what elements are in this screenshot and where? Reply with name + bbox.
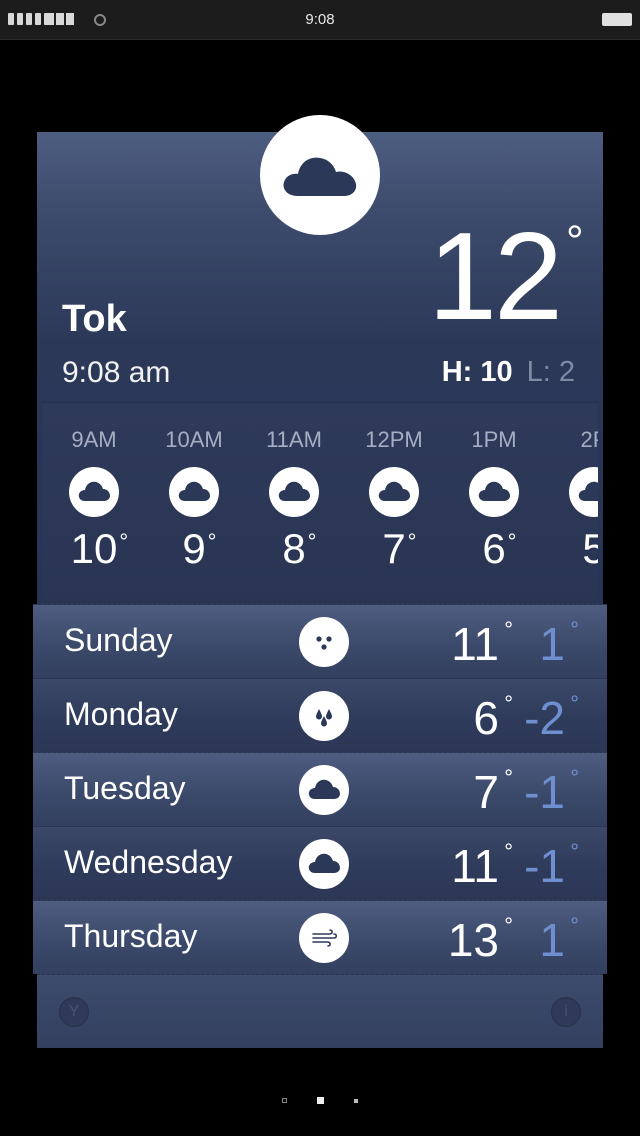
day-name: Monday <box>64 696 178 732</box>
hour-temperature: 6 ° <box>482 525 517 572</box>
degree-symbol: ° <box>504 839 513 864</box>
page-dot[interactable] <box>282 1098 287 1103</box>
cloud-icon <box>569 467 598 517</box>
hour-item: 1PM 6 ° <box>444 427 544 573</box>
card-footer: Y i <box>37 974 603 1048</box>
day-name: Wednesday <box>64 844 233 880</box>
hour-item: 2P 5 <box>544 427 598 573</box>
cloud-icon <box>469 467 519 517</box>
daily-row-sunday[interactable]: Sunday 11 ° 1 ° <box>33 604 607 678</box>
page-dot-active[interactable] <box>317 1097 324 1104</box>
daily-row-tuesday[interactable]: Tuesday 7 ° -1 ° <box>33 752 607 826</box>
hourly-forecast[interactable]: 9AM 10 ° 10AM 9 ° 11AM 8 ° 12PM 7 ° 1PM 6 ° 2… <box>42 402 598 604</box>
high-low: H: 10 L: 2 <box>442 356 575 389</box>
degree-symbol: ° <box>504 617 513 642</box>
day-low: 1 <box>539 914 565 966</box>
degree-symbol: ° <box>570 691 579 716</box>
wind-icon <box>299 913 349 963</box>
hour-temperature: 5 <box>544 525 598 573</box>
day-low: -2 <box>524 692 565 744</box>
hour-item: 11AM 8 ° <box>244 427 344 573</box>
day-low: -1 <box>524 840 565 892</box>
hour-label: 2P <box>580 427 598 452</box>
hour-item: 10AM 9 ° <box>144 427 244 573</box>
daily-row-wednesday[interactable]: Wednesday 11 ° -1 ° <box>33 826 607 900</box>
page-indicator[interactable] <box>0 1097 640 1104</box>
partly-cloudy-icon <box>269 467 319 517</box>
status-bar: 9:08 <box>0 0 640 40</box>
current-temperature: 12 <box>428 208 563 346</box>
degree-symbol: ° <box>570 765 579 790</box>
hour-item: 9AM 10 ° <box>44 427 144 573</box>
info-icon[interactable]: i <box>551 997 581 1027</box>
day-high: 11 <box>451 618 499 670</box>
hour-label: 1PM <box>471 427 517 452</box>
degree-symbol: ° <box>570 839 579 864</box>
low-temperature: L: 2 <box>526 356 575 388</box>
daily-row-thursday[interactable]: Thursday 13 ° 1 ° <box>33 900 607 974</box>
high-temperature: H: 10 <box>441 356 513 388</box>
day-low: -1 <box>524 766 565 818</box>
day-high: 13 <box>447 914 499 966</box>
cloud-icon <box>260 115 380 235</box>
degree-symbol: ° <box>504 765 513 790</box>
degree-symbol: ° <box>566 217 584 266</box>
hour-label: 9AM <box>71 427 117 452</box>
hour-temperature: 10 ° <box>70 525 129 572</box>
day-name: Sunday <box>64 622 173 658</box>
hour-label: 11AM <box>266 427 322 452</box>
snow-icon <box>299 617 349 667</box>
degree-symbol: ° <box>504 691 513 716</box>
rain-icon <box>299 691 349 741</box>
yahoo-icon[interactable]: Y <box>59 997 89 1027</box>
degree-symbol: ° <box>570 617 579 642</box>
local-time: 9:08 am <box>62 356 171 389</box>
status-time: 9:08 <box>305 11 335 28</box>
day-high: 11 <box>451 840 499 892</box>
partly-cloudy-icon <box>69 467 119 517</box>
hour-label: 12PM <box>365 427 423 452</box>
page-dot[interactable] <box>354 1098 358 1103</box>
day-high: 6 <box>473 692 499 744</box>
partly-cloudy-icon <box>169 467 219 517</box>
partly-cloudy-icon <box>299 839 349 889</box>
hour-temperature: 9 ° <box>182 525 217 572</box>
hour-label: 10AM <box>165 427 223 452</box>
hour-item: 12PM 7 ° <box>344 427 444 573</box>
daily-row-monday[interactable]: Monday 6 ° -2 ° <box>33 678 607 752</box>
day-high: 7 <box>473 766 499 818</box>
degree-symbol: ° <box>504 913 513 938</box>
day-name: Tuesday <box>64 770 186 806</box>
cloud-icon <box>369 467 419 517</box>
day-name: Thursday <box>64 918 198 954</box>
degree-symbol: ° <box>570 913 579 938</box>
battery-icon <box>602 13 632 26</box>
hour-temperature: 7 ° <box>382 525 417 572</box>
day-low: 1 <box>539 618 565 670</box>
hour-temperature: 8 ° <box>282 525 317 572</box>
cloud-icon <box>299 765 349 815</box>
city-name: Tok <box>62 298 127 340</box>
